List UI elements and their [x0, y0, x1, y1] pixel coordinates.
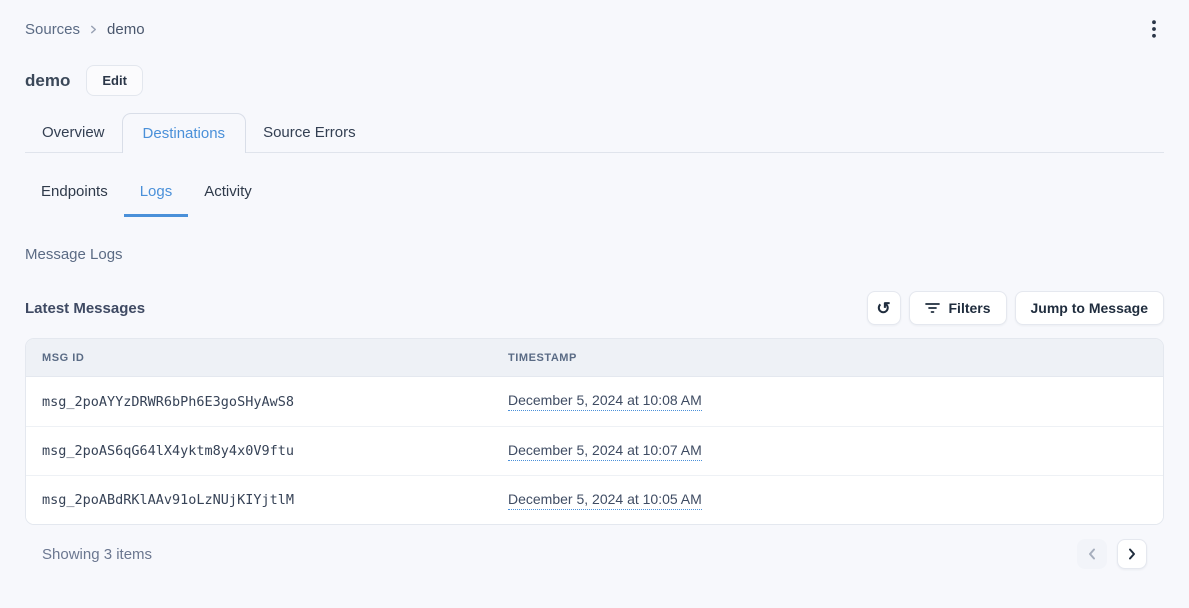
- tab-destinations[interactable]: Destinations: [122, 113, 247, 153]
- latest-messages-header: Latest Messages ↺ Filters Jump to Messag…: [25, 291, 1164, 325]
- timestamp-value[interactable]: December 5, 2024 at 10:08 AM: [508, 392, 702, 411]
- timestamp-cell: December 5, 2024 at 10:05 AM: [482, 491, 1163, 510]
- msg-id-cell: msg_2poABdRKlAAv91oLzNUjKIYjtlM: [26, 492, 482, 508]
- kebab-menu-icon[interactable]: [1144, 16, 1164, 42]
- breadcrumb: Sources demo: [25, 21, 145, 38]
- table-row[interactable]: msg_2poAS6qG64lX4yktm8y4x0V9ftu December…: [26, 426, 1163, 475]
- table-row[interactable]: msg_2poABdRKlAAv91oLzNUjKIYjtlM December…: [26, 475, 1163, 524]
- chevron-right-icon: [89, 25, 98, 34]
- title-row: demo Edit: [25, 65, 1164, 96]
- filter-icon: [925, 302, 940, 314]
- timestamp-value[interactable]: December 5, 2024 at 10:05 AM: [508, 491, 702, 510]
- prev-page-button: [1077, 539, 1107, 569]
- topbar: Sources demo: [25, 0, 1164, 39]
- breadcrumb-sources-link[interactable]: Sources: [25, 21, 80, 38]
- tab-overview[interactable]: Overview: [25, 112, 122, 152]
- latest-messages-actions: ↺ Filters Jump to Message: [867, 291, 1165, 325]
- pagination: [1077, 539, 1147, 569]
- messages-table: MSG ID TIMESTAMP msg_2poAYYzDRWR6bPh6E3g…: [25, 338, 1164, 525]
- subtab-logs[interactable]: Logs: [124, 183, 189, 217]
- latest-messages-title: Latest Messages: [25, 300, 145, 317]
- jump-to-message-label: Jump to Message: [1031, 300, 1148, 316]
- refresh-button[interactable]: ↺: [867, 291, 901, 325]
- filters-button-label: Filters: [949, 300, 991, 316]
- chevron-left-icon: [1088, 548, 1096, 560]
- column-header-timestamp: TIMESTAMP: [482, 352, 1163, 364]
- timestamp-cell: December 5, 2024 at 10:08 AM: [482, 392, 1163, 411]
- main-tabs: Overview Destinations Source Errors: [25, 112, 1164, 153]
- subtab-activity[interactable]: Activity: [188, 183, 268, 217]
- msg-id-cell: msg_2poAYYzDRWR6bPh6E3goSHyAwS8: [26, 394, 482, 410]
- table-header-row: MSG ID TIMESTAMP: [26, 339, 1163, 377]
- destination-subtabs: Endpoints Logs Activity: [25, 183, 1164, 217]
- source-detail-page: Sources demo demo Edit Overview Destinat…: [0, 0, 1189, 569]
- page-title: demo: [25, 71, 70, 91]
- tab-source-errors[interactable]: Source Errors: [246, 112, 373, 152]
- section-label: Message Logs: [25, 246, 1164, 263]
- items-summary: Showing 3 items: [42, 546, 152, 563]
- column-header-msg-id: MSG ID: [26, 352, 482, 364]
- subtab-endpoints[interactable]: Endpoints: [25, 183, 124, 217]
- table-footer: Showing 3 items: [25, 539, 1164, 569]
- breadcrumb-current: demo: [107, 21, 145, 38]
- next-page-button[interactable]: [1117, 539, 1147, 569]
- timestamp-cell: December 5, 2024 at 10:07 AM: [482, 442, 1163, 461]
- timestamp-value[interactable]: December 5, 2024 at 10:07 AM: [508, 442, 702, 461]
- msg-id-cell: msg_2poAS6qG64lX4yktm8y4x0V9ftu: [26, 443, 482, 459]
- refresh-icon: ↺: [876, 300, 890, 317]
- edit-button[interactable]: Edit: [86, 65, 143, 96]
- jump-to-message-button[interactable]: Jump to Message: [1015, 291, 1164, 325]
- filters-button[interactable]: Filters: [909, 291, 1007, 325]
- chevron-right-icon: [1128, 548, 1136, 560]
- table-row[interactable]: msg_2poAYYzDRWR6bPh6E3goSHyAwS8 December…: [26, 377, 1163, 426]
